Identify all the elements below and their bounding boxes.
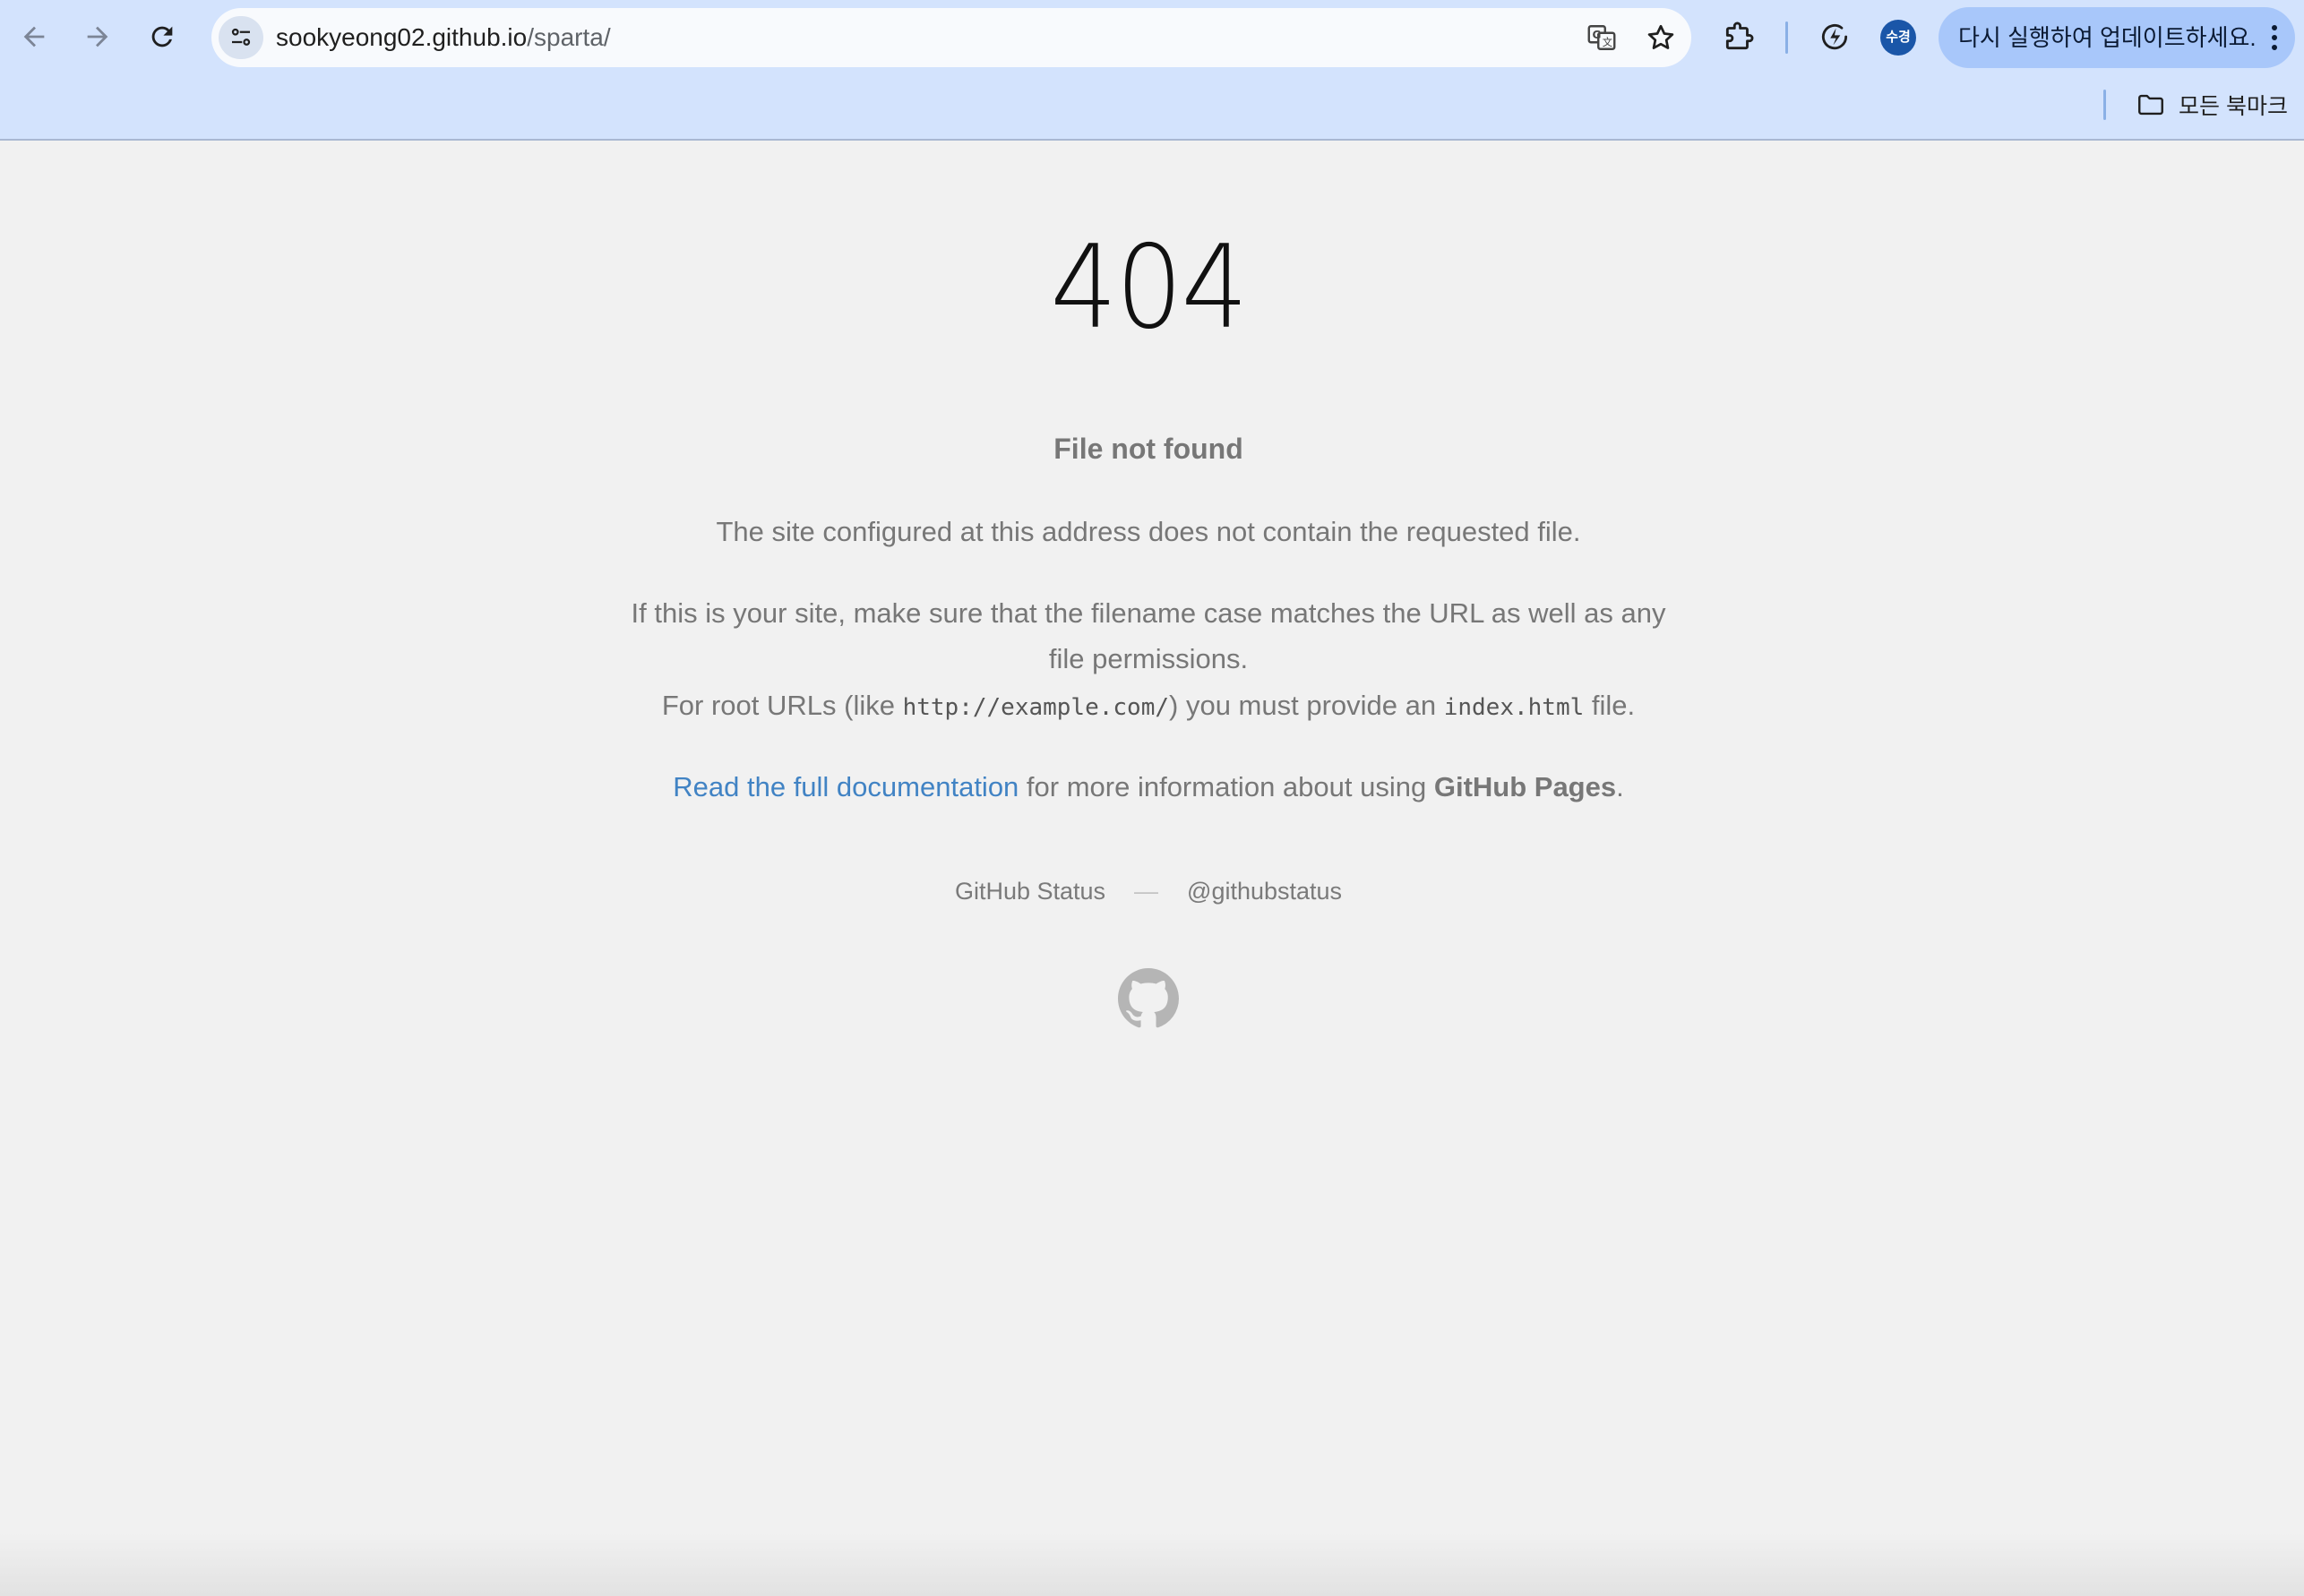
footer-links: GitHub Status — @githubstatus (573, 875, 1724, 907)
relaunch-update-button[interactable]: 다시 실행하여 업데이트하세요. (1939, 7, 2295, 68)
line3-post: file. (1584, 690, 1636, 721)
translate-icon: G 文 (1587, 25, 1616, 50)
footer-separator: — (1134, 878, 1159, 905)
documentation-link[interactable]: Read the full documentation (673, 771, 1019, 802)
all-bookmarks-label: 모든 북마크 (2179, 94, 2288, 119)
browser-toolbar: sookyeong02.github.io/sparta/ G 文 수경 다시 … (0, 0, 2304, 75)
relaunch-update-label: 다시 실행하여 업데이트하세요. (1958, 24, 2257, 51)
message-line-3: For root URLs (like http://example.com/)… (573, 682, 1724, 731)
folder-icon (2138, 94, 2163, 116)
forward-arrow-icon (87, 26, 108, 47)
message-line-2a: If this is your site, make sure that the… (631, 597, 1666, 629)
bookmarks-separator (2103, 90, 2106, 120)
url-text[interactable]: sookyeong02.github.io/sparta/ (276, 8, 611, 67)
svg-text:文: 文 (1603, 36, 1612, 48)
example-url-code: http://example.com/ (902, 694, 1170, 721)
browser-chrome: sookyeong02.github.io/sparta/ G 文 수경 다시 … (0, 0, 2304, 141)
address-bar[interactable]: sookyeong02.github.io/sparta/ G 文 (211, 8, 1691, 67)
performance-icon (1821, 23, 1848, 50)
profile-avatar[interactable]: 수경 (1880, 20, 1916, 56)
back-button[interactable] (10, 13, 58, 61)
bookmark-star-button[interactable] (1641, 18, 1681, 57)
all-bookmarks-button[interactable]: 모든 북마크 (2132, 82, 2291, 127)
forward-button[interactable] (73, 13, 122, 61)
doc-mid-text: for more information about using (1019, 771, 1434, 802)
reload-button[interactable] (138, 13, 186, 61)
status-code: 404 (1050, 221, 1248, 355)
site-info-icon (231, 28, 251, 46)
bookmarks-bar: 모든 북마크 (0, 75, 2304, 140)
svg-text:G: G (1593, 29, 1602, 41)
extensions-button[interactable] (1715, 13, 1763, 61)
reload-icon (151, 26, 173, 47)
page-title: File not found (1053, 433, 1243, 465)
github-octocat-icon[interactable] (1118, 968, 1179, 1029)
performance-button[interactable] (1810, 13, 1859, 61)
github-status-link[interactable]: GitHub Status (955, 875, 1105, 907)
bottom-shade (0, 1533, 2304, 1596)
url-host: sookyeong02.github.io (276, 23, 528, 51)
line3-mid: ) you must provide an (1169, 690, 1444, 721)
documentation-line: Read the full documentation for more inf… (573, 764, 1724, 810)
githubstatus-twitter-link[interactable]: @githubstatus (1187, 875, 1342, 907)
extensions-icon (1725, 21, 1754, 50)
message-line-2b: file permissions. (1048, 643, 1249, 674)
toolbar-separator (1785, 21, 1788, 54)
message-line-1: The site configured at this address does… (716, 516, 1581, 547)
url-path: /sparta/ (527, 23, 611, 51)
back-arrow-icon (23, 26, 45, 47)
line3-pre: For root URLs (like (661, 690, 903, 721)
more-vert-icon[interactable] (2265, 23, 2283, 52)
index-html-code: index.html (1443, 694, 1585, 721)
translate-button[interactable]: G 文 (1582, 18, 1621, 57)
site-info-button[interactable] (219, 16, 263, 59)
doc-end: . (1616, 771, 1624, 802)
page-content: 404 File not found The site configured a… (0, 141, 2304, 1596)
message-line-2: If this is your site, make sure that the… (573, 590, 1724, 682)
star-icon (1647, 24, 1674, 49)
github-pages-brand: GitHub Pages (1433, 771, 1617, 802)
